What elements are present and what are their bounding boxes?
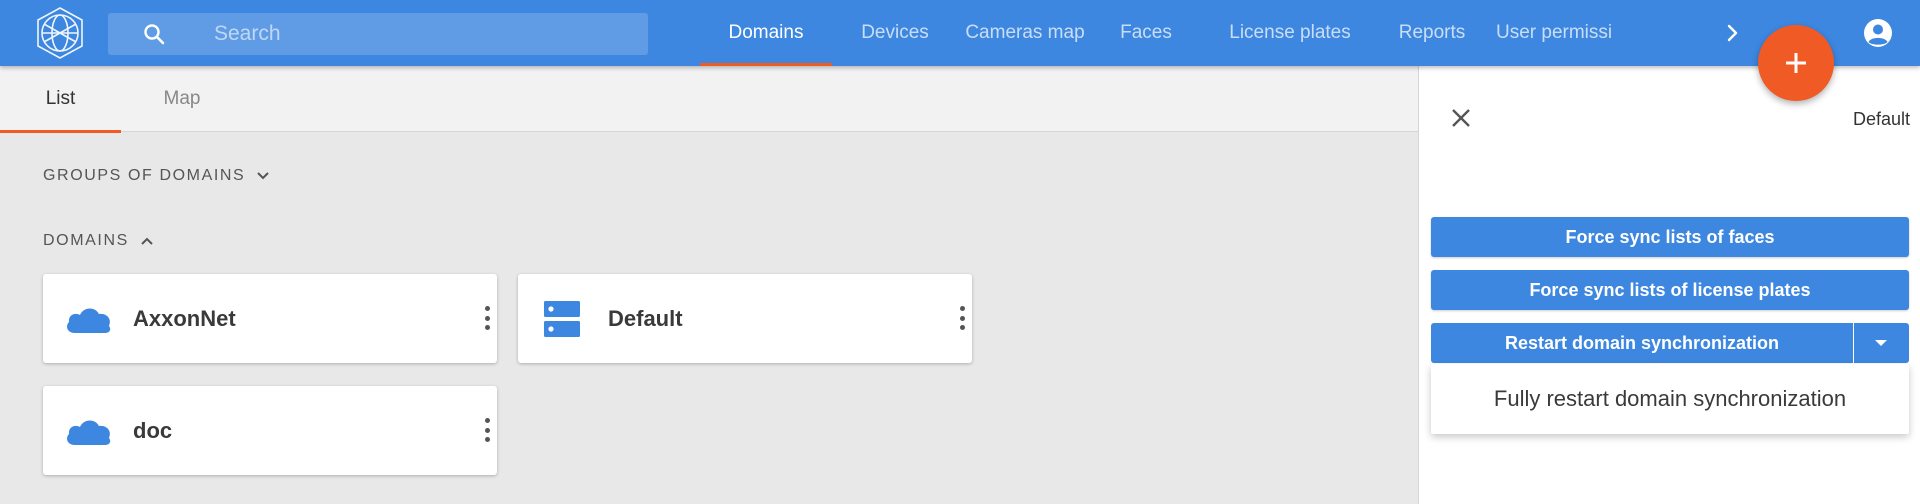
main-nav: Domains Devices Cameras map Faces Licens… <box>700 0 1612 66</box>
nav-tab-cameras-map[interactable]: Cameras map <box>958 0 1092 66</box>
restart-sync-split-button: Restart domain synchronization <box>1431 323 1909 363</box>
fully-restart-sync-menu-item[interactable]: Fully restart domain synchronization <box>1431 364 1909 434</box>
domain-card-label: Default <box>608 305 683 331</box>
plus-icon <box>1786 53 1806 73</box>
cloud-icon <box>67 308 111 333</box>
server-icon <box>544 301 580 337</box>
domain-card-label: doc <box>133 417 173 443</box>
chevron-down-icon <box>257 172 270 180</box>
more-vert-icon[interactable] <box>479 302 495 334</box>
restart-sync-dropdown-menu: Fully restart domain synchronization <box>1431 364 1909 434</box>
force-sync-license-plates-button[interactable]: Force sync lists of license plates <box>1431 270 1909 310</box>
cloud-icon <box>67 420 111 445</box>
search-box <box>108 13 648 55</box>
panel-title: Default <box>1852 109 1910 129</box>
restart-domain-sync-button[interactable]: Restart domain synchronization <box>1431 323 1853 363</box>
caret-down-icon <box>1875 340 1887 346</box>
account-circle-icon[interactable] <box>1862 17 1894 49</box>
more-vert-icon[interactable] <box>954 302 970 334</box>
nav-tab-license-plates[interactable]: License plates <box>1200 0 1380 66</box>
domain-card-label: AxxonNet <box>133 305 236 331</box>
search-icon[interactable] <box>142 22 166 46</box>
nav-tab-faces[interactable]: Faces <box>1092 0 1200 66</box>
chevron-up-icon <box>141 237 153 245</box>
groups-of-domains-header[interactable]: GROUPS OF DOMAINS <box>43 167 271 185</box>
tab-map[interactable]: Map <box>121 66 243 132</box>
network-sphere-logo[interactable] <box>34 6 86 60</box>
dropdown-toggle-button[interactable] <box>1854 323 1909 363</box>
top-app-bar: Domains Devices Cameras map Faces Licens… <box>0 0 1920 66</box>
tab-list[interactable]: List <box>0 66 121 133</box>
nav-tab-devices[interactable]: Devices <box>832 0 958 66</box>
domain-details-panel: Default Force sync lists of faces Force … <box>1418 66 1920 504</box>
nav-tab-reports[interactable]: Reports <box>1380 0 1484 66</box>
groups-of-domains-label: GROUPS OF DOMAINS <box>43 167 246 184</box>
force-sync-faces-button[interactable]: Force sync lists of faces <box>1431 217 1909 257</box>
nav-tab-domains[interactable]: Domains <box>700 0 832 66</box>
chevron-right-icon[interactable] <box>1718 18 1748 48</box>
domain-card-axxonnet[interactable]: AxxonNet <box>43 274 497 363</box>
domains-label: DOMAINS <box>43 232 129 249</box>
domain-card-default[interactable]: Default <box>518 274 972 363</box>
close-icon[interactable] <box>1449 106 1473 130</box>
search-input[interactable] <box>214 13 634 55</box>
nav-tab-user-permissions[interactable]: User permissi <box>1484 0 1612 66</box>
more-vert-icon[interactable] <box>479 414 495 446</box>
add-fab-button[interactable] <box>1758 25 1834 101</box>
domains-header[interactable]: DOMAINS <box>43 232 155 250</box>
view-tabs: List Map <box>0 66 1418 133</box>
domain-card-doc[interactable]: doc <box>43 386 497 475</box>
